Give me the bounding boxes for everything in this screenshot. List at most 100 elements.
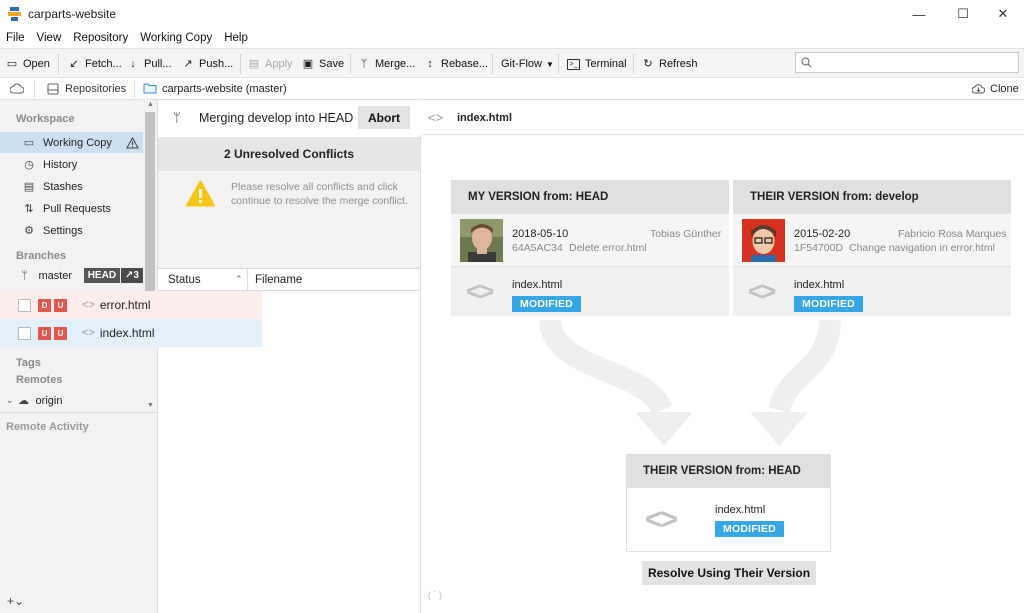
sidebar-item-label: History — [43, 158, 78, 171]
sidebar-item-label: Working Copy — [43, 136, 112, 149]
table-row[interactable]: U U <> index.html — [0, 319, 262, 347]
tags-heading: Tags — [16, 357, 41, 369]
commit-message: Change navigation in error.html — [849, 242, 995, 254]
warning-icon — [125, 136, 139, 149]
breadcrumb-current-repo[interactable]: carparts-website (master) — [162, 83, 287, 95]
app-logo-icon — [8, 7, 21, 21]
status-column-header[interactable]: Status — [168, 274, 201, 286]
branch-icon: ᛘ — [21, 269, 29, 282]
fetch-icon: ↙ — [69, 58, 79, 70]
merge-status-text: Merging develop into HEAD — [199, 111, 354, 125]
push-label: Push... — [199, 58, 234, 70]
menu-working-copy[interactable]: Working Copy — [140, 32, 212, 44]
status-badge: D — [38, 298, 51, 312]
refresh-label: Refresh — [659, 58, 698, 70]
menu-file[interactable]: File — [6, 32, 25, 44]
sidebar-item-pull-requests[interactable]: ⇅ Pull Requests — [0, 198, 143, 219]
toolbar-divider — [558, 54, 559, 74]
terminal-button[interactable]: >_ Terminal — [567, 53, 627, 75]
commit-author: Fabricio Rosa Marques — [898, 228, 1007, 240]
chevron-down-icon: ▼ — [545, 59, 554, 69]
sidebar-item-working-copy[interactable]: ▭ Working Copy — [0, 132, 143, 153]
ahead-count-badge: ↗3 — [121, 268, 143, 283]
apply-button[interactable]: ▤ Apply — [248, 53, 293, 75]
commit-message: Delete error.html — [569, 242, 647, 254]
cloud-icon[interactable] — [10, 83, 24, 94]
chevron-down-icon: ⌄ — [6, 395, 14, 405]
minimize-button[interactable]: — — [896, 0, 942, 28]
close-button[interactable]: ✕ — [980, 0, 1024, 28]
conflict-message-text: Please resolve all conflicts and click c… — [231, 181, 408, 207]
menu-repository[interactable]: Repository — [73, 32, 128, 44]
avatar — [742, 219, 785, 262]
status-badge: MODIFIED — [512, 296, 581, 312]
column-divider — [247, 269, 248, 290]
pull-request-icon: ⇅ — [24, 203, 34, 215]
sidebar-item-remote-origin[interactable]: ⌄ ☁ origin — [0, 390, 143, 411]
abort-button[interactable]: Abort — [358, 106, 410, 129]
toolbar-divider — [492, 54, 493, 74]
head-badge-label: HEAD — [87, 270, 117, 281]
clone-button[interactable]: Clone — [990, 83, 1019, 95]
filename-column-header[interactable]: Filename — [255, 274, 302, 286]
toolbar-divider — [240, 54, 241, 74]
remotes-heading: Remotes — [16, 374, 63, 386]
search-input[interactable] — [795, 52, 1019, 73]
resolve-using-their-version-button[interactable]: Resolve Using Their Version — [642, 561, 816, 585]
push-icon: ↗ — [183, 58, 193, 70]
add-button[interactable]: +⌄ — [7, 594, 24, 608]
sidebar-item-label: origin — [35, 394, 63, 407]
card-divider — [733, 266, 1011, 267]
sort-up-icon[interactable]: ⌃ — [235, 274, 243, 285]
rebase-button[interactable]: ↕ Rebase... — [424, 53, 488, 75]
warning-icon — [186, 180, 215, 207]
pull-button[interactable]: ↓ Pull... — [127, 53, 171, 75]
merge-button[interactable]: ᛘ Merge... — [358, 53, 416, 75]
file-name: index.html — [794, 279, 845, 291]
git-flow-button[interactable]: Git-Flow ▼ — [501, 53, 554, 75]
sidebar-item-settings[interactable]: ⚙ Settings — [0, 220, 143, 241]
their-version-title: THEIR VERSION from: develop — [733, 180, 1011, 214]
sidebar-divider — [0, 412, 158, 413]
row-checkbox[interactable] — [18, 326, 31, 340]
menu-help[interactable]: Help — [224, 32, 248, 44]
file-header-divider — [422, 134, 1024, 135]
cloud-download-icon — [972, 84, 985, 94]
menu-view[interactable]: View — [37, 32, 62, 44]
file-name: error.html — [99, 298, 151, 312]
sidebar-item-stashes[interactable]: ▤ Stashes — [0, 176, 143, 197]
table-row[interactable]: D U <> error.html — [0, 291, 262, 319]
title-bar: carparts-website — ☐ ✕ — [0, 0, 1024, 28]
code-file-icon: <> — [645, 503, 678, 536]
sidebar-item-branch-master[interactable]: ᛘ master HEAD ↗3 — [0, 265, 143, 286]
terminal-icon: >_ — [567, 58, 580, 70]
sidebar-item-label: Settings — [43, 224, 83, 237]
commit-author: Tobias Günther — [650, 228, 722, 240]
status-badge: MODIFIED — [794, 296, 863, 312]
sidebar-item-label: Stashes — [43, 180, 83, 193]
history-icon: ◷ — [24, 159, 34, 171]
code-file-icon: <> — [748, 276, 776, 306]
push-button[interactable]: ↗ Push... — [182, 53, 233, 75]
code-file-icon: <> — [82, 299, 95, 311]
sidebar-item-history[interactable]: ◷ History — [0, 154, 143, 175]
breadcrumb-repositories[interactable]: Repositories — [65, 83, 126, 95]
row-checkbox[interactable] — [18, 298, 31, 312]
remote-activity-heading: Remote Activity — [6, 421, 89, 433]
head-badge: HEAD — [83, 268, 121, 283]
commit-date: 2015-02-20 — [794, 228, 851, 240]
refresh-button[interactable]: ↻ Refresh — [642, 53, 698, 75]
commit-date: 2018-05-10 — [512, 228, 569, 240]
working-copy-icon: ▭ — [23, 137, 35, 149]
pull-icon: ↓ — [130, 58, 136, 70]
avatar — [460, 219, 503, 262]
sidebar-item-label: master — [38, 269, 73, 282]
scroll-up-icon[interactable]: ▲ — [147, 101, 154, 108]
save-button[interactable]: ▣ Save — [302, 53, 344, 75]
fetch-button[interactable]: ↙ Fetch... — [68, 53, 121, 75]
status-badge: U — [54, 326, 67, 340]
open-button[interactable]: ▭ Open — [6, 53, 50, 75]
refresh-icon: ↻ — [643, 58, 653, 70]
scroll-down-icon[interactable]: ▼ — [147, 402, 154, 409]
folder-icon — [143, 83, 157, 94]
